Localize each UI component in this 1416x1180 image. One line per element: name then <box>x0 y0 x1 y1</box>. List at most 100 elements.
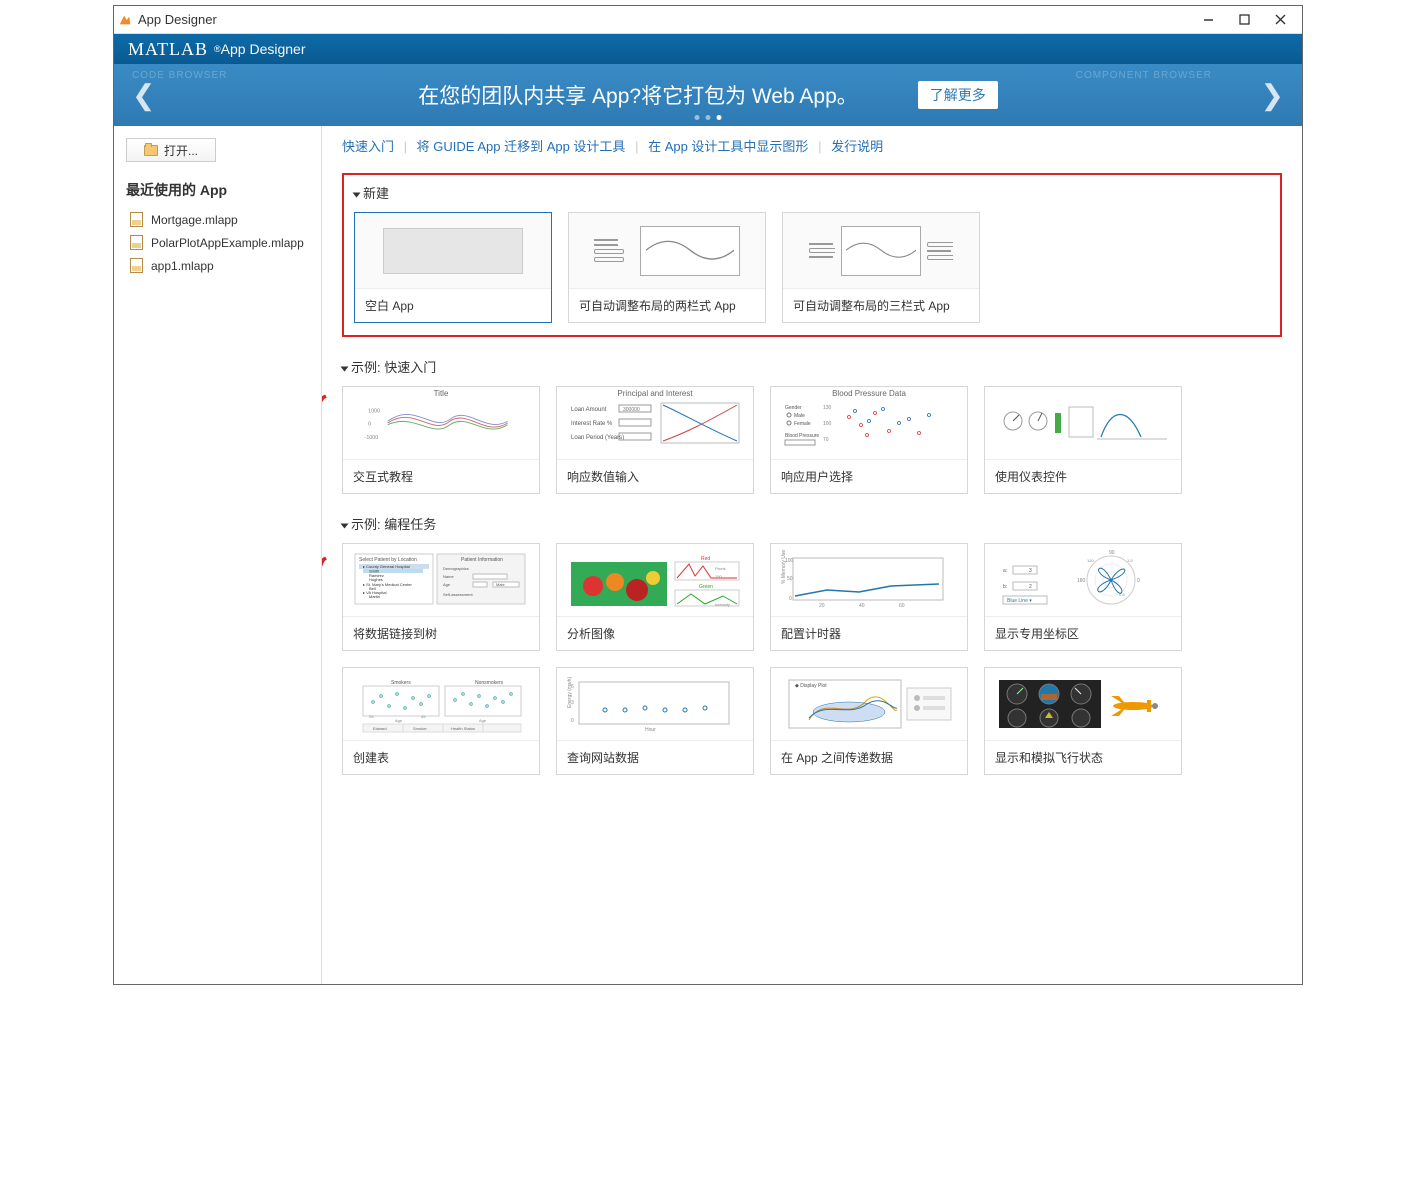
example-numeric-input[interactable]: Principal and Interest Loan Amount300000… <box>556 386 754 494</box>
svg-text:Male: Male <box>496 582 505 587</box>
svg-text:Self-assessment: Self-assessment <box>443 592 473 597</box>
svg-text:300000: 300000 <box>623 407 640 413</box>
svg-text:Edward: Edward <box>373 726 387 731</box>
svg-text:% Memory Used: % Memory Used <box>781 550 787 584</box>
close-button[interactable] <box>1262 6 1298 34</box>
titlebar: App Designer <box>114 6 1302 34</box>
link-quickstart[interactable]: 快速入门 <box>342 139 394 154</box>
annotation-arrow-icon <box>322 384 342 457</box>
link-release-notes[interactable]: 发行说明 <box>831 139 883 154</box>
example-analyze-image[interactable]: Red Green Pixels 150 Intensity 分析图像 <box>556 543 754 651</box>
carousel-dot[interactable] <box>717 115 722 120</box>
svg-text:60: 60 <box>899 603 905 609</box>
carousel-dots <box>695 115 722 120</box>
svg-text:100: 100 <box>823 421 832 427</box>
svg-text:45: 45 <box>421 714 426 719</box>
example-tree-data[interactable]: Select Patient by Location ▸ County Gene… <box>342 543 540 651</box>
example-gauge-widgets[interactable]: 使用仪表控件 <box>984 386 1182 494</box>
link-show-figure[interactable]: 在 App 设计工具中显示图形 <box>648 139 808 154</box>
mlapp-file-icon <box>130 258 143 273</box>
app-icon <box>118 13 132 27</box>
svg-text:20: 20 <box>819 603 825 609</box>
promo-banner: CODE BROWSER COMPONENT BROWSER ❮ 在您的团队内共… <box>114 64 1302 126</box>
svg-text:Loan Period (Years): Loan Period (Years) <box>571 435 624 441</box>
svg-text:Male: Male <box>794 413 805 419</box>
example-timer[interactable]: 100 50 0 % Memory Used 204060 配置计时器 <box>770 543 968 651</box>
example-user-selection[interactable]: Blood Pressure Data Gender Male Female B… <box>770 386 968 494</box>
card-caption: 显示和模拟飞行状态 <box>985 740 1181 774</box>
svg-text:Age: Age <box>443 582 451 587</box>
svg-text:Demographics: Demographics <box>443 566 469 571</box>
learn-more-button[interactable]: 了解更多 <box>918 81 998 109</box>
card-caption: 显示专用坐标区 <box>985 616 1181 650</box>
card-caption: 空白 App <box>355 288 551 322</box>
section-new[interactable]: 新建 <box>354 183 1270 202</box>
svg-text:25: 25 <box>369 714 374 719</box>
svg-text:Red: Red <box>701 556 710 562</box>
svg-text:1.5: 1.5 <box>1127 558 1133 563</box>
svg-text:3: 3 <box>1029 568 1032 574</box>
mlapp-file-icon <box>130 212 143 227</box>
carousel-next-icon[interactable]: ❯ <box>1261 79 1284 112</box>
section-examples-programming[interactable]: 示例: 编程任务 <box>342 514 1282 533</box>
brand-sub: App Designer <box>221 41 306 57</box>
svg-text:130: 130 <box>823 405 832 411</box>
card-caption: 交互式教程 <box>343 459 539 493</box>
recent-title: 最近使用的 App <box>126 180 309 200</box>
svg-text:Age: Age <box>395 718 403 723</box>
svg-text:Green: Green <box>699 584 713 590</box>
section-examples-quickstart[interactable]: 示例: 快速入门 <box>342 357 1282 376</box>
new-blank-app[interactable]: 空白 App <box>354 212 552 323</box>
brand-reg: ® <box>214 44 221 54</box>
svg-text:Martin: Martin <box>369 594 380 599</box>
minimize-button[interactable] <box>1190 6 1226 34</box>
svg-text:120: 120 <box>1087 558 1094 563</box>
svg-text:90: 90 <box>1109 550 1115 556</box>
example-polar-axes[interactable]: a:3 b:2 Blue Line ▾ 90 0 180 1.5 <box>984 543 1182 651</box>
carousel-dot[interactable] <box>695 115 700 120</box>
svg-text:b:: b: <box>1003 584 1007 590</box>
recent-item-label: app1.mlapp <box>151 259 214 273</box>
new-two-panel-app[interactable]: 可自动调整布局的两栏式 App <box>568 212 766 323</box>
carousel-dot[interactable] <box>706 115 711 120</box>
svg-text:Blue Line ▾: Blue Line ▾ <box>1007 598 1032 604</box>
svg-text:0: 0 <box>571 718 574 724</box>
card-caption: 查询网站数据 <box>557 740 753 774</box>
sidebar: 打开... 最近使用的 App Mortgage.mlapp PolarPlot… <box>114 126 322 984</box>
recent-item[interactable]: PolarPlotAppExample.mlapp <box>126 231 309 254</box>
brand-text: MATLAB <box>128 39 208 60</box>
window-title: App Designer <box>138 12 217 27</box>
annotation-arrow-icon <box>322 546 342 629</box>
new-three-panel-app[interactable]: 可自动调整布局的三栏式 App <box>782 212 980 323</box>
svg-text:0: 0 <box>1137 578 1140 584</box>
app-window: App Designer MATLAB ® App Designer CODE B… <box>113 5 1303 985</box>
card-caption: 可自动调整布局的三栏式 App <box>783 288 979 322</box>
recent-item-label: Mortgage.mlapp <box>151 213 238 227</box>
svg-text:70: 70 <box>823 437 829 443</box>
example-query-webdata[interactable]: 630 Energy (mwh) Hour 查询网站数据 <box>556 667 754 775</box>
open-button-label: 打开... <box>164 142 198 159</box>
content: 快速入门 | 将 GUIDE App 迁移到 App 设计工具 | 在 App … <box>322 126 1302 984</box>
recent-item[interactable]: Mortgage.mlapp <box>126 208 309 231</box>
svg-text:0: 0 <box>789 596 792 602</box>
svg-text:40: 40 <box>859 603 865 609</box>
example-flight-sim[interactable]: 显示和模拟飞行状态 <box>984 667 1182 775</box>
example-interactive-tutorial[interactable]: Title 1000 0 -1000 交互式教程 <box>342 386 540 494</box>
main-area: 打开... 最近使用的 App Mortgage.mlapp PolarPlot… <box>114 126 1302 984</box>
maximize-button[interactable] <box>1226 6 1262 34</box>
carousel-prev-icon[interactable]: ❮ <box>132 79 155 112</box>
open-button[interactable]: 打开... <box>126 138 216 162</box>
link-migrate-guide[interactable]: 将 GUIDE App 迁移到 App 设计工具 <box>417 139 626 154</box>
svg-text:Smokers: Smokers <box>391 680 411 686</box>
svg-text:1000: 1000 <box>368 408 380 414</box>
card-caption: 配置计时器 <box>771 616 967 650</box>
recent-item[interactable]: app1.mlapp <box>126 254 309 277</box>
help-links: 快速入门 | 将 GUIDE App 迁移到 App 设计工具 | 在 App … <box>342 136 1282 155</box>
example-pass-data[interactable]: ◆ Display Plot 在 App 之间传递数据 <box>770 667 968 775</box>
svg-text:0: 0 <box>368 422 371 428</box>
example-create-table[interactable]: Smokers Nonsmokers AgeAge 2545 <box>342 667 540 775</box>
svg-text:Energy (mwh): Energy (mwh) <box>567 677 573 708</box>
annotation-highlight: 新建 空白 App 可自动调整布局的两栏式 App <box>342 173 1282 337</box>
card-caption: 使用仪表控件 <box>985 459 1181 493</box>
svg-text:Smoker: Smoker <box>413 726 427 731</box>
